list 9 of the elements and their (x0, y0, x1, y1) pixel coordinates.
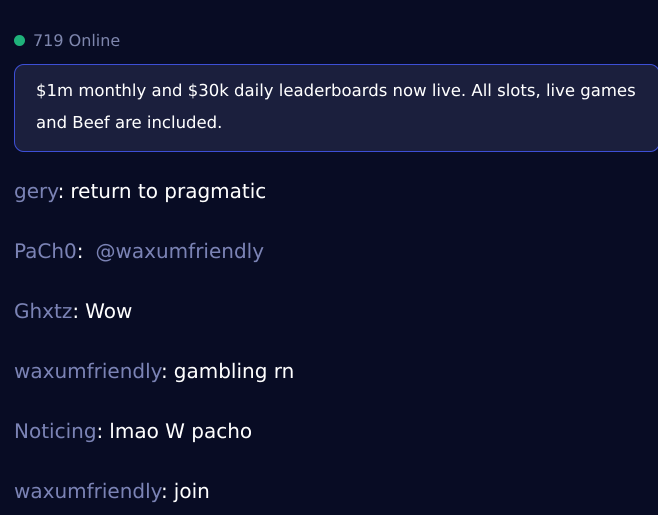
chat-message: Noticing: lmao W pacho (14, 418, 252, 445)
chat-message: Ghxtz: Wow (14, 298, 132, 325)
chat-message: PaCh0: @waxumfriendly (14, 238, 264, 265)
announcement-banner: $1m monthly and $30k daily leaderboards now live. All slots, live games and Beef are included. (14, 64, 658, 152)
chat-message: gery: return to pragmatic (14, 178, 266, 205)
chat-message: waxumfriendly: join (14, 478, 210, 505)
status-dot-icon (14, 34, 25, 46)
online-count: 719 Online (33, 30, 120, 50)
chat-message: waxumfriendly: gambling rn (14, 358, 294, 385)
